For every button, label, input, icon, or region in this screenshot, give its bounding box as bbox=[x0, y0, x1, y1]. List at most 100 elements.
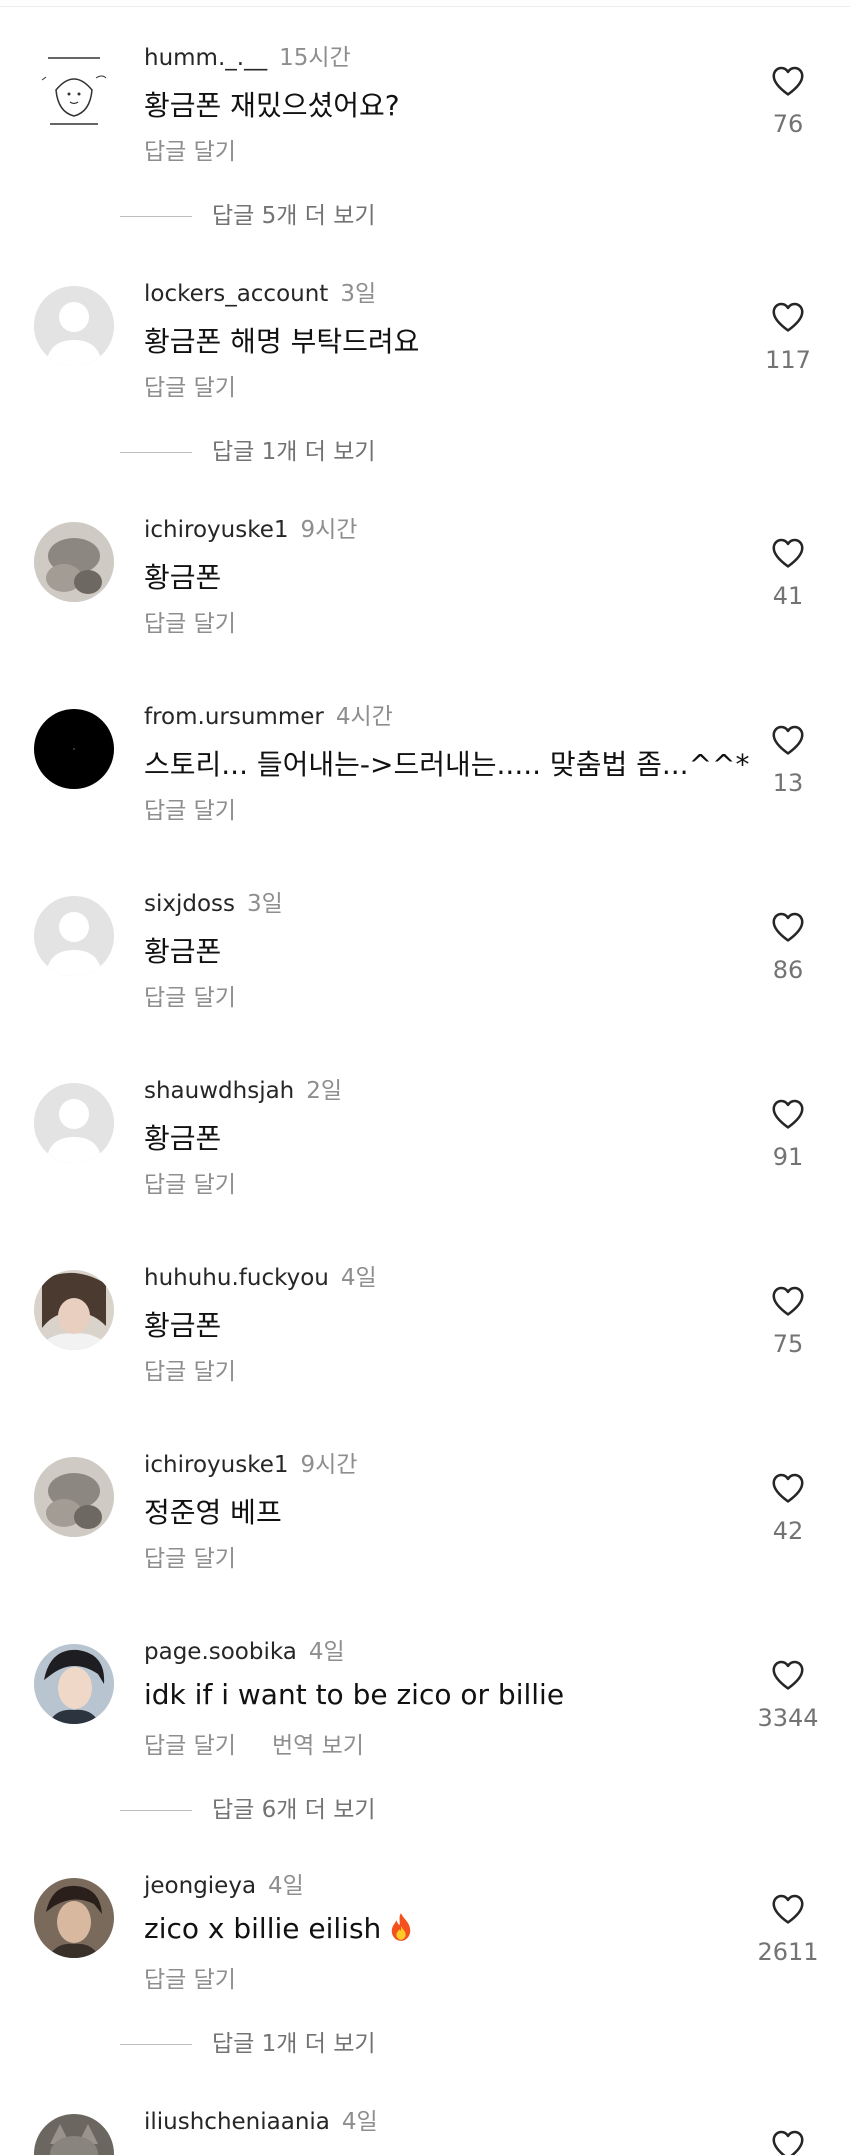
view-more-replies[interactable]: 답글 5개 더 보기 bbox=[120, 196, 376, 230]
like-button[interactable]: 117 bbox=[740, 298, 836, 374]
like-count: 13 bbox=[772, 769, 804, 797]
heart-outline-icon bbox=[772, 1473, 804, 1503]
reply-button[interactable]: 답글 달기 bbox=[144, 1733, 236, 1759]
comment-time: 3일 bbox=[247, 891, 283, 917]
like-button[interactable]: 86 bbox=[740, 908, 836, 984]
comment-text: 황금폰 bbox=[144, 935, 222, 968]
reply-button[interactable]: 답글 달기 bbox=[144, 1967, 236, 1993]
comment-item: page.soobika 4일 idk if i want to be zico … bbox=[0, 1632, 850, 1823]
comment-username[interactable]: shauwdhsjah bbox=[144, 1078, 294, 1104]
translate-button[interactable]: 번역 보기 bbox=[272, 1733, 364, 1759]
reply-button[interactable]: 답글 달기 bbox=[144, 611, 236, 637]
comment-username[interactable]: lockers_account bbox=[144, 281, 328, 307]
reply-button[interactable]: 답글 달기 bbox=[144, 798, 236, 824]
like-button[interactable]: 75 bbox=[740, 1282, 836, 1358]
reply-button[interactable]: 답글 달기 bbox=[144, 1546, 236, 1572]
heart-outline-icon bbox=[772, 1894, 804, 1924]
view-more-replies[interactable]: 답글 1개 더 보기 bbox=[120, 432, 376, 466]
like-button[interactable]: 91 bbox=[740, 1095, 836, 1171]
comment-meta: jeongieya 4일 bbox=[144, 1866, 304, 1900]
comment-username[interactable]: ichiroyuske1 bbox=[144, 517, 288, 543]
like-button[interactable]: 2611 bbox=[740, 1890, 836, 1966]
like-count: 42 bbox=[772, 1517, 804, 1545]
reply-button[interactable]: 답글 달기 bbox=[144, 139, 236, 165]
comment-username[interactable]: ichiroyuske1 bbox=[144, 1452, 288, 1478]
like-count: 91 bbox=[772, 1143, 804, 1171]
avatar-photo bbox=[34, 1644, 114, 1724]
avatar[interactable] bbox=[34, 2114, 114, 2155]
comment-text: zico x billie eilish bbox=[144, 1912, 415, 1945]
comment-actions: 답글 달기 bbox=[144, 791, 236, 825]
like-button[interactable] bbox=[740, 2126, 836, 2155]
like-button[interactable]: 13 bbox=[740, 721, 836, 797]
comment-username[interactable]: page.soobika bbox=[144, 1639, 297, 1665]
comment-actions: 답글 달기 bbox=[144, 604, 236, 638]
avatar[interactable] bbox=[34, 1457, 114, 1537]
avatar[interactable] bbox=[34, 50, 114, 130]
like-count: 2611 bbox=[757, 1938, 819, 1966]
avatar[interactable] bbox=[34, 1270, 114, 1350]
avatar[interactable] bbox=[34, 896, 114, 976]
default-avatar-icon bbox=[34, 1083, 114, 1163]
comment-username[interactable]: humm._.__ bbox=[144, 45, 267, 71]
comment-actions: 답글 달기 bbox=[144, 1539, 236, 1573]
reply-button[interactable]: 답글 달기 bbox=[144, 1359, 236, 1385]
heart-outline-icon bbox=[772, 1286, 804, 1316]
like-count: 86 bbox=[772, 956, 804, 984]
comment-actions: 답글 달기 bbox=[144, 978, 236, 1012]
comment-meta: ichiroyuske1 9시간 bbox=[144, 510, 357, 544]
replies-divider bbox=[120, 216, 192, 217]
comment-actions: 답글 달기 bbox=[144, 1165, 236, 1199]
comment-meta: lockers_account 3일 bbox=[144, 274, 376, 308]
comment-text: 스토리... 들어내는->드러내는..... 맞춤법 좀...^^* bbox=[144, 748, 750, 781]
comment-username[interactable]: iliushcheniaania bbox=[144, 2109, 330, 2135]
comment-meta: humm._.__ 15시간 bbox=[144, 38, 351, 72]
comment-time: 4일 bbox=[340, 1265, 377, 1291]
comment-item: lockers_account 3일 황금폰 해명 부탁드려요 답글 달기 117… bbox=[0, 274, 850, 465]
comment-item: huhuhu.fuckyou 4일 황금폰 답글 달기 75 bbox=[0, 1258, 850, 1428]
like-button[interactable]: 41 bbox=[740, 534, 836, 610]
like-button[interactable]: 76 bbox=[740, 62, 836, 138]
view-more-replies[interactable]: 답글 1개 더 보기 bbox=[120, 2024, 376, 2058]
heart-outline-icon bbox=[772, 66, 804, 96]
comment-time: 2일 bbox=[306, 1078, 343, 1104]
avatar[interactable] bbox=[34, 1644, 114, 1724]
comment-list: humm._.__ 15시간 황금폰 재밌으셨어요? 답글 달기 76 답글 5개… bbox=[0, 0, 850, 2155]
avatar[interactable] bbox=[34, 1083, 114, 1163]
comment-username[interactable]: huhuhu.fuckyou bbox=[144, 1265, 329, 1291]
comment-username[interactable]: jeongieya bbox=[144, 1873, 256, 1899]
view-more-replies[interactable]: 답글 6개 더 보기 bbox=[120, 1790, 376, 1824]
comment-actions: 답글 달기 bbox=[144, 132, 236, 166]
comment-username[interactable]: sixjdoss bbox=[144, 891, 235, 917]
comment-username[interactable]: from.ursummer bbox=[144, 704, 324, 730]
comment-time: 9시간 bbox=[300, 1452, 358, 1478]
comment-actions: 답글 달기 bbox=[144, 368, 236, 402]
reply-button[interactable]: 답글 달기 bbox=[144, 985, 236, 1011]
comment-actions: 답글 달기 bbox=[144, 1352, 236, 1386]
replies-divider bbox=[120, 2044, 192, 2045]
comment-time: 3일 bbox=[340, 281, 377, 307]
sketch-avatar-image bbox=[41, 57, 107, 125]
comment-text: 황금폰 bbox=[144, 1309, 222, 1342]
comment-text: idk if i want to be zico or billie bbox=[144, 1678, 565, 1711]
avatar[interactable] bbox=[34, 522, 114, 602]
comment-item: ichiroyuske1 9시간 황금폰 답글 달기 41 bbox=[0, 510, 850, 680]
comment-item: iliushcheniaania 4일 bbox=[0, 2102, 850, 2155]
comment-time: 4일 bbox=[341, 2109, 378, 2135]
comment-text: 황금폰 bbox=[144, 561, 222, 594]
reply-button[interactable]: 답글 달기 bbox=[144, 375, 236, 401]
avatar[interactable] bbox=[34, 709, 114, 789]
like-count: 41 bbox=[772, 582, 804, 610]
avatar[interactable] bbox=[34, 286, 114, 366]
comment-item: ichiroyuske1 9시간 정준영 베프 답글 달기 42 bbox=[0, 1445, 850, 1615]
comment-meta: from.ursummer 4시간 bbox=[144, 697, 393, 731]
view-more-replies-label: 답글 5개 더 보기 bbox=[212, 203, 376, 229]
comment-time: 15시간 bbox=[279, 45, 351, 71]
like-button[interactable]: 3344 bbox=[740, 1656, 836, 1732]
default-avatar-icon bbox=[34, 286, 114, 366]
avatar[interactable] bbox=[34, 1878, 114, 1958]
comment-time: 4일 bbox=[308, 1639, 345, 1665]
view-more-replies-label: 답글 6개 더 보기 bbox=[212, 1797, 376, 1823]
reply-button[interactable]: 답글 달기 bbox=[144, 1172, 236, 1198]
like-button[interactable]: 42 bbox=[740, 1469, 836, 1545]
